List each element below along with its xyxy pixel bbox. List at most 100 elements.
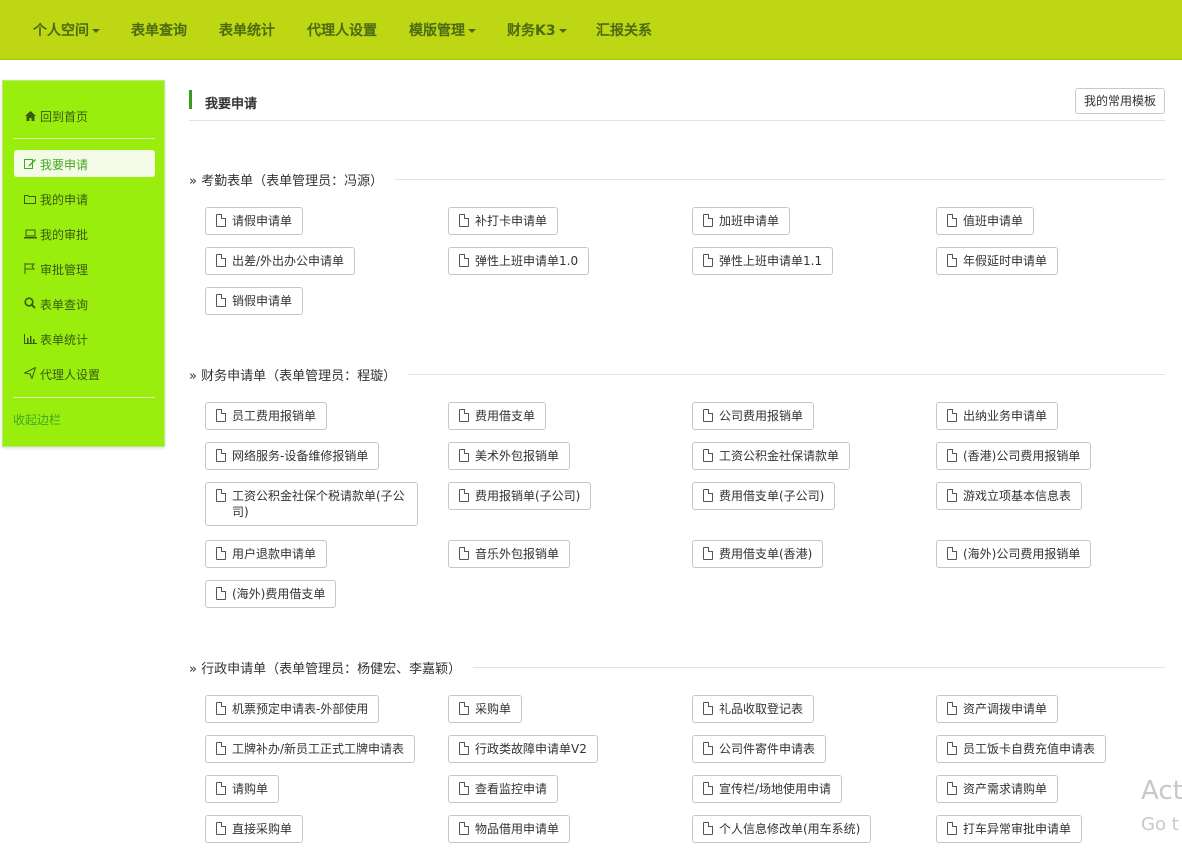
form-button[interactable]: 音乐外包报销单 <box>448 540 571 568</box>
chevron-down-icon <box>558 29 567 33</box>
form-button-label: 补打卡申请单 <box>475 214 548 228</box>
nav-label: 表单统计 <box>219 23 275 39</box>
nav-personal-space[interactable]: 个人空间 <box>33 20 100 40</box>
form-button-label: 用户退款申请单 <box>232 547 317 561</box>
form-button-label: 行政类故障申请单V2 <box>475 742 587 756</box>
form-button[interactable]: 费用借支单(子公司) <box>692 482 836 510</box>
file-icon <box>703 214 713 227</box>
sidebar-item-my-applications[interactable]: 我的申请 <box>23 191 88 208</box>
form-button[interactable]: 出差/外出办公申请单 <box>205 247 356 275</box>
form-button[interactable]: 行政类故障申请单V2 <box>448 735 598 763</box>
chevron-down-icon <box>468 29 476 33</box>
form-button[interactable]: 工资公积金社保个税请款单(子公司) <box>205 482 418 526</box>
form-button[interactable]: 费用借支单(香港) <box>692 540 824 568</box>
nav-agent-settings[interactable]: 代理人设置 <box>307 20 377 40</box>
form-button[interactable]: 费用借支单 <box>448 402 547 430</box>
file-icon <box>947 214 957 227</box>
form-button[interactable]: 员工费用报销单 <box>205 402 328 430</box>
nav-reporting-relations[interactable]: 汇报关系 <box>596 20 652 40</box>
file-icon <box>947 742 957 755</box>
nav-label: 财务K3 <box>507 23 556 39</box>
sidebar-item-form-statistics[interactable]: 表单统计 <box>23 331 88 348</box>
form-button[interactable]: 费用报销单(子公司) <box>448 482 592 510</box>
form-button[interactable]: 弹性上班申请单1.0 <box>448 247 590 275</box>
form-button-label: 资产调拨申请单 <box>963 702 1048 716</box>
nav-form-query[interactable]: 表单查询 <box>131 20 187 40</box>
form-button[interactable]: 物品借用申请单 <box>448 815 571 843</box>
form-button[interactable]: 机票预定申请表-外部使用 <box>205 695 380 723</box>
form-button[interactable]: 公司费用报销单 <box>692 402 815 430</box>
nav-finance-k3[interactable]: 财务K3 <box>507 20 567 40</box>
file-icon <box>459 702 469 715</box>
form-button-label: 弹性上班申请单1.0 <box>475 254 579 268</box>
sidebar-item-home[interactable]: 回到首页 <box>23 108 88 125</box>
sidebar-collapse-link[interactable]: 收起边栏 <box>13 411 61 428</box>
form-button[interactable]: 请假申请单 <box>205 207 304 235</box>
form-button[interactable]: 销假申请单 <box>205 287 304 315</box>
file-icon <box>947 547 957 560</box>
form-button-label: 个人信息修改单(用车系统) <box>719 822 861 836</box>
form-button[interactable]: 值班申请单 <box>936 207 1035 235</box>
form-button-label: 请购单 <box>232 782 269 796</box>
form-button[interactable]: 补打卡申请单 <box>448 207 559 235</box>
file-icon <box>459 822 469 835</box>
form-button[interactable]: 直接采购单 <box>205 815 304 843</box>
form-button[interactable]: 采购单 <box>448 695 523 723</box>
file-icon <box>459 214 469 227</box>
form-button[interactable]: 员工饭卡自费充值申请表 <box>936 735 1107 763</box>
home-icon <box>23 110 37 124</box>
form-button[interactable]: 请购单 <box>205 775 280 803</box>
form-button[interactable]: 工资公积金社保请款单 <box>692 442 851 470</box>
section-title-administration: » 行政申请单（表单管理员：杨健宏、李嘉颖） <box>189 658 474 677</box>
form-button[interactable]: 美术外包报销单 <box>448 442 571 470</box>
file-icon <box>703 489 713 502</box>
form-button[interactable]: (香港)公司费用报销单 <box>936 442 1092 470</box>
sidebar-item-my-approvals[interactable]: 我的审批 <box>23 226 88 243</box>
form-button[interactable]: 打车异常审批申请单 <box>936 815 1083 843</box>
nav-label: 汇报关系 <box>596 23 652 39</box>
form-button[interactable]: 个人信息修改单(用车系统) <box>692 815 872 843</box>
top-navbar: 个人空间 表单查询 表单统计 代理人设置 模版管理 财务K3 汇报关系 <box>0 0 1182 60</box>
form-button[interactable]: 游戏立项基本信息表 <box>936 482 1083 510</box>
nav-form-statistics[interactable]: 表单统计 <box>219 20 275 40</box>
file-icon <box>703 702 713 715</box>
file-icon <box>703 547 713 560</box>
form-button[interactable]: 资产需求请购单 <box>936 775 1059 803</box>
form-button[interactable]: 资产调拨申请单 <box>936 695 1059 723</box>
sidebar-item-agent-settings[interactable]: 代理人设置 <box>22 366 100 383</box>
form-button[interactable]: (海外)费用借支单 <box>205 580 337 608</box>
sidebar-item-apply[interactable]: 我要申请 <box>23 156 88 173</box>
form-button-label: 机票预定申请表-外部使用 <box>232 702 369 716</box>
nav-template-management[interactable]: 模版管理 <box>409 20 476 40</box>
sidebar-item-label: 我的审批 <box>40 228 89 242</box>
form-button[interactable]: 年假延时申请单 <box>936 247 1059 275</box>
form-button[interactable]: 礼品收取登记表 <box>692 695 815 723</box>
form-button[interactable]: 公司件寄件申请表 <box>692 735 827 763</box>
file-icon <box>459 254 469 267</box>
form-button-label: 宣传栏/场地使用申请 <box>719 782 832 796</box>
form-button[interactable]: 查看监控申请 <box>448 775 559 803</box>
form-button-label: 费用借支单(子公司) <box>719 489 825 503</box>
folder-icon <box>23 193 37 207</box>
form-button-label: 直接采购单 <box>232 822 293 836</box>
sidebar-item-label: 我要申请 <box>40 158 89 172</box>
form-button[interactable]: 出纳业务申请单 <box>936 402 1059 430</box>
form-button-label: 公司件寄件申请表 <box>719 742 816 756</box>
form-button[interactable]: 网络服务-设备维修报销单 <box>205 442 380 470</box>
file-icon <box>703 822 713 835</box>
file-icon <box>947 782 957 795</box>
form-button[interactable]: 用户退款申请单 <box>205 540 328 568</box>
activation-watermark-subtext: Go t <box>1141 814 1179 835</box>
file-icon <box>216 409 226 422</box>
form-button[interactable]: 宣传栏/场地使用申请 <box>692 775 843 803</box>
form-button[interactable]: 弹性上班申请单1.1 <box>692 247 834 275</box>
section-title-finance: » 财务申请单（表单管理员：程璇） <box>189 365 409 384</box>
sidebar-item-form-query[interactable]: 表单查询 <box>23 296 88 313</box>
file-icon <box>459 742 469 755</box>
my-templates-button[interactable]: 我的常用模板 <box>1075 88 1165 114</box>
form-button[interactable]: 加班申请单 <box>692 207 791 235</box>
sidebar-item-approval-management[interactable]: 审批管理 <box>23 261 88 278</box>
form-button[interactable]: 工牌补办/新员工正式工牌申请表 <box>205 735 416 763</box>
form-button[interactable]: (海外)公司费用报销单 <box>936 540 1092 568</box>
file-icon <box>703 409 713 422</box>
